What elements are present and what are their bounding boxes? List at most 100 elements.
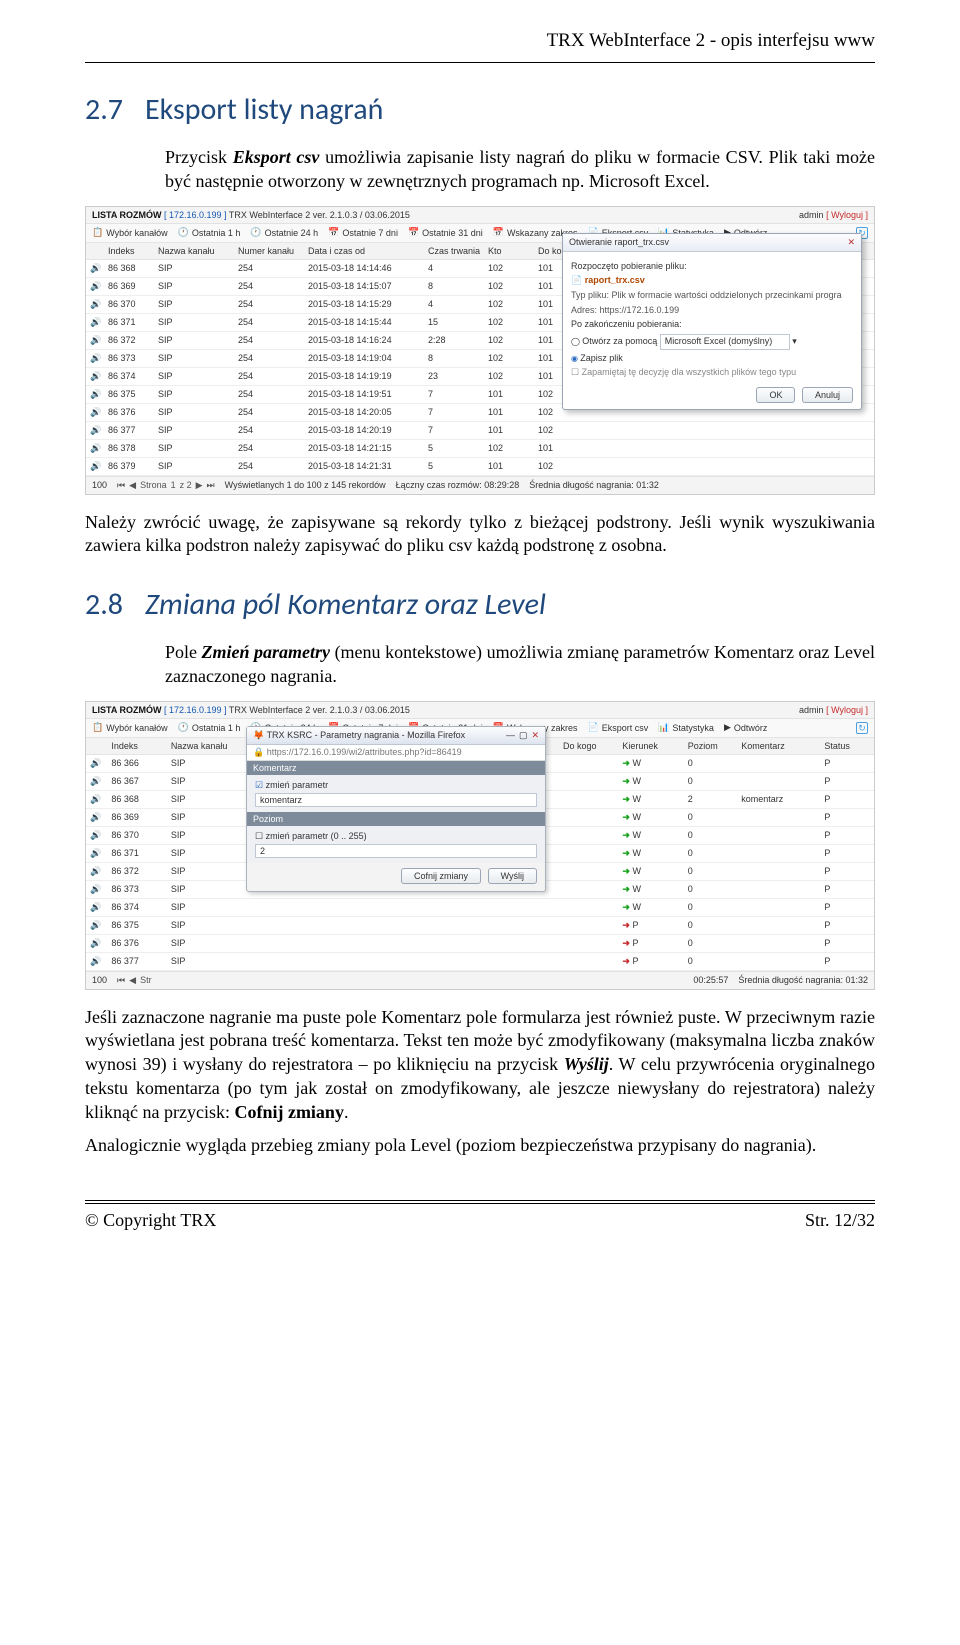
remember-checkbox[interactable] bbox=[571, 367, 582, 377]
status-avg: Średnia długość nagrania: 01:32 bbox=[738, 975, 868, 985]
dlg-filename: raport_trx.csv bbox=[585, 275, 645, 285]
col-comment[interactable]: Komentarz bbox=[737, 738, 820, 755]
direction-icon: ➜ bbox=[622, 794, 630, 804]
table-row[interactable]: 🔊 86 377SIP2542015-03-18 14:20:197101102 bbox=[86, 421, 874, 439]
section-2-7-para-1: Przycisk Eksport csv umożliwia zapisanie… bbox=[165, 146, 875, 194]
col-dur[interactable]: Czas trwania bbox=[424, 243, 484, 260]
last-24h-button[interactable]: 🕐 Ostatnie 24 h bbox=[250, 227, 318, 238]
pager-prev-icon[interactable]: ◀ bbox=[129, 975, 136, 986]
logout-link[interactable]: [ Wyloguj ] bbox=[826, 210, 868, 220]
col-chname[interactable]: Nazwa kanału bbox=[154, 243, 234, 260]
col-to[interactable]: Do kogo bbox=[559, 738, 618, 755]
speaker-icon: 🔊 bbox=[90, 920, 101, 930]
status-avg: Średnia długość nagrania: 01:32 bbox=[529, 480, 659, 490]
pager-page-input[interactable]: 1 bbox=[171, 480, 176, 490]
speaker-icon: 🔊 bbox=[90, 281, 101, 291]
speaker-icon: 🔊 bbox=[90, 371, 101, 381]
doc-header: TRX WebInterface 2 - opis interfejsu www bbox=[85, 30, 875, 58]
status-shown: Wyświetlanych 1 do 100 z 145 rekordów bbox=[225, 480, 386, 490]
undo-button[interactable]: Cofnij zmiany bbox=[401, 868, 481, 884]
chevron-down-icon[interactable]: ▾ bbox=[792, 336, 797, 346]
speaker-icon: 🔊 bbox=[90, 263, 101, 273]
section-number: 2.8 bbox=[85, 586, 123, 623]
minimize-icon[interactable]: — bbox=[506, 730, 515, 741]
col-chname[interactable]: Nazwa kanału bbox=[167, 738, 250, 755]
table-row[interactable]: 🔊 86 379SIP2542015-03-18 14:21:315101102 bbox=[86, 457, 874, 475]
ss-app-title: TRX WebInterface 2 ver. 2.1.0.3 / 03.06.… bbox=[229, 210, 410, 220]
maximize-icon[interactable]: ▢ bbox=[519, 730, 528, 741]
ok-button[interactable]: OK bbox=[756, 387, 795, 403]
status-total: 00:25:57 bbox=[693, 975, 728, 985]
pager-next-icon[interactable]: ▶ bbox=[196, 480, 203, 491]
table-row[interactable]: 🔊 86 376SIP ➜ P 0P bbox=[86, 934, 874, 952]
screenshot-edit-params: LISTA ROZMÓW [ 172.16.0.199 ] TRX WebInt… bbox=[85, 701, 875, 990]
close-icon[interactable]: ✕ bbox=[531, 730, 539, 741]
dlg-after: Po zakończeniu pobierania: bbox=[571, 319, 853, 331]
direction-icon: ➜ bbox=[622, 938, 630, 948]
section-2-8-heading: 2.8Zmiana pól Komentarz oraz Level bbox=[85, 586, 875, 623]
direction-icon: ➜ bbox=[622, 902, 630, 912]
table-row[interactable]: 🔊 86 374SIP ➜ W 0P bbox=[86, 898, 874, 916]
ss-list-label: LISTA ROZMÓW bbox=[92, 210, 162, 220]
dialog-url: https://172.16.0.199/wi2/attributes.php?… bbox=[267, 747, 462, 757]
section-title: Eksport listy nagrań bbox=[145, 91, 383, 128]
send-button[interactable]: Wyślij bbox=[488, 868, 537, 884]
speaker-icon: 🔊 bbox=[90, 938, 101, 948]
pager-last-icon[interactable]: ⏭ bbox=[207, 480, 215, 491]
play-button[interactable]: ▶ Odtwórz bbox=[724, 722, 767, 733]
dialog-title: TRX KSRC - Parametry nagrania - Mozilla … bbox=[267, 730, 466, 740]
change-level-checkbox[interactable] bbox=[255, 831, 266, 841]
radio-open[interactable] bbox=[571, 336, 582, 346]
radio-save[interactable] bbox=[571, 353, 580, 363]
col-index[interactable]: Indeks bbox=[104, 243, 154, 260]
ss-list-label: LISTA ROZMÓW bbox=[92, 705, 162, 715]
pager-first-icon[interactable]: ⏮ bbox=[117, 480, 125, 491]
download-dialog: Otwieranie raport_trx.csv ✕ Rozpoczęto p… bbox=[562, 233, 862, 411]
direction-icon: ➜ bbox=[622, 956, 630, 966]
level-input[interactable]: 2 bbox=[255, 844, 537, 858]
pager-prev-icon[interactable]: ◀ bbox=[129, 480, 136, 491]
comment-input[interactable]: komentarz bbox=[255, 793, 537, 807]
table-row[interactable]: 🔊 86 378SIP2542015-03-18 14:21:155102101 bbox=[86, 439, 874, 457]
close-icon[interactable]: ✕ bbox=[847, 237, 855, 248]
open-with-select[interactable]: Microsoft Excel (domyślny) bbox=[660, 334, 790, 350]
last-1h-button[interactable]: 🕐 Ostatnia 1 h bbox=[178, 227, 241, 238]
table-row[interactable]: 🔊 86 377SIP ➜ P 0P bbox=[86, 952, 874, 970]
firefox-icon: 🦊 bbox=[253, 730, 264, 740]
page-size[interactable]: 100 bbox=[92, 975, 107, 985]
page-size[interactable]: 100 bbox=[92, 480, 107, 490]
screenshot-export-csv: LISTA ROZMÓW [ 172.16.0.199 ] TRX WebInt… bbox=[85, 206, 875, 495]
speaker-icon: 🔊 bbox=[90, 425, 101, 435]
last-31d-button[interactable]: 📅 Ostatnie 31 dni bbox=[408, 227, 483, 238]
col-level[interactable]: Poziom bbox=[684, 738, 737, 755]
col-index[interactable]: Indeks bbox=[107, 738, 166, 755]
export-csv-button[interactable]: 📄 Eksport csv bbox=[587, 722, 648, 733]
cancel-button[interactable]: Anuluj bbox=[802, 387, 853, 403]
last-7d-button[interactable]: 📅 Ostatnie 7 dni bbox=[328, 227, 398, 238]
change-comment-checkbox[interactable] bbox=[255, 780, 266, 790]
dlg-filetype: Typ pliku: Plik w formacie wartości oddz… bbox=[571, 290, 853, 302]
dlg-address: Adres: https://172.16.0.199 bbox=[571, 305, 853, 317]
table-row[interactable]: 🔊 86 375SIP ➜ P 0P bbox=[86, 916, 874, 934]
ss-ip: [ 172.16.0.199 ] bbox=[164, 705, 227, 715]
refresh-icon[interactable]: ↻ bbox=[856, 722, 868, 734]
section-2-8-para-3: Analogicznie wygląda przebieg zmiany pol… bbox=[85, 1134, 875, 1158]
last-1h-button[interactable]: 🕐 Ostatnia 1 h bbox=[178, 722, 241, 733]
col-from[interactable]: Kto bbox=[484, 243, 534, 260]
speaker-icon: 🔊 bbox=[90, 443, 101, 453]
direction-icon: ➜ bbox=[622, 848, 630, 858]
col-dir[interactable]: Kierunek bbox=[618, 738, 683, 755]
speaker-icon: 🔊 bbox=[90, 884, 101, 894]
channels-button[interactable]: 📋 Wybór kanałów bbox=[92, 227, 168, 238]
col-datetime[interactable]: Data i czas od bbox=[304, 243, 424, 260]
speaker-icon: 🔊 bbox=[90, 335, 101, 345]
channels-button[interactable]: 📋 Wybór kanałów bbox=[92, 722, 168, 733]
section-2-7-heading: 2.7Eksport listy nagrań bbox=[85, 91, 875, 128]
col-status[interactable]: Status bbox=[820, 738, 874, 755]
stats-button[interactable]: 📊 Statystyka bbox=[658, 722, 714, 733]
pager-first-icon[interactable]: ⏮ bbox=[117, 975, 125, 986]
speaker-icon: 🔊 bbox=[90, 830, 101, 840]
col-chnum[interactable]: Numer kanału bbox=[234, 243, 304, 260]
direction-icon: ➜ bbox=[622, 866, 630, 876]
logout-link[interactable]: [ Wyloguj ] bbox=[826, 705, 868, 715]
